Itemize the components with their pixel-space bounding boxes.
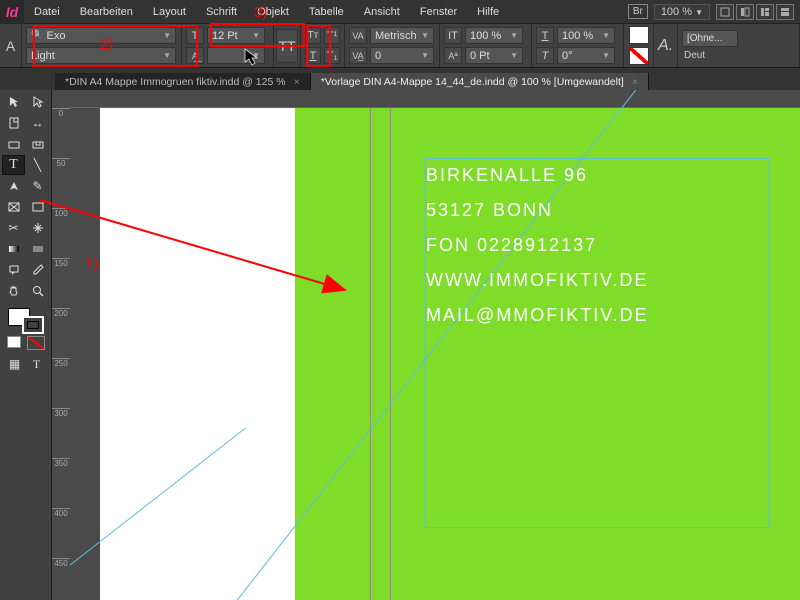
guide-vertical[interactable] [390,108,391,600]
zoom-tool[interactable] [26,281,49,301]
text-line: FON 0228912137 [426,235,769,256]
menu-datei[interactable]: Datei [24,0,70,24]
preview-view-button[interactable]: T [28,356,46,372]
fill-stroke-swatch[interactable] [8,308,44,334]
subscript-button[interactable]: T₁ [324,47,340,64]
menu-schrift[interactable]: Schrift [196,0,247,24]
direct-selection-tool[interactable] [26,92,49,112]
vscale-field[interactable]: 100 %▼ [465,27,523,44]
content-collector-tool[interactable] [2,134,25,154]
text-line: WWW.IMMOFIKTIV.DE [426,270,769,291]
leading-icon: A͟ [186,47,204,64]
menu-tabelle[interactable]: Tabelle [299,0,354,24]
page-tool[interactable] [2,113,25,133]
workspace-switcher[interactable] [716,4,794,20]
annotation-label-1: 1) [85,255,98,272]
font-size-field[interactable]: 12 Pt▼ [207,27,265,44]
text-line: BIRKENALLE 96 [426,165,769,186]
control-bar: A 🔍 Exo▼ Light▼ T 12 Pt▼ A͟ ▼ TT TᴛT¹ TT… [0,24,800,68]
stroke-swatch-none[interactable] [629,47,649,65]
leading-field[interactable]: ▼ [207,47,265,64]
ws-icon-2[interactable] [736,4,754,20]
tracking-icon: VA̲ [349,47,367,64]
note-tool[interactable] [2,260,25,280]
baseline-field[interactable]: 0 Pt▼ [465,47,523,64]
menu-layout[interactable]: Layout [143,0,196,24]
tracking-field[interactable]: 0▼ [370,47,434,64]
scissors-tool[interactable]: ✂ [2,218,25,238]
line-tool[interactable]: ╲ [26,155,49,175]
kerning-field[interactable]: Metrisch▼ [370,27,434,44]
char-style-field[interactable]: [Ohne... [682,30,738,47]
close-icon[interactable]: × [294,76,300,88]
fill-swatch[interactable] [629,26,649,44]
text-line: 53127 BONN [426,200,769,221]
character-mode-icon[interactable]: A [0,24,22,67]
horizontal-ruler [70,90,800,108]
vscale-icon: IT [444,27,462,44]
tab-doc-1[interactable]: *DIN A4 Mappe Immogruen fiktiv.indd @ 12… [55,73,311,91]
document-tabs: *DIN A4 Mappe Immogruen fiktiv.indd @ 12… [0,68,800,90]
apply-none-button[interactable] [27,336,45,350]
menu-hilfe[interactable]: Hilfe [467,0,509,24]
app-icon: Id [0,0,24,24]
pen-tool[interactable] [2,176,25,196]
skew-field[interactable]: 0°▼ [557,47,615,64]
ws-icon-1[interactable] [716,4,734,20]
tab-doc-2[interactable]: *Vorlage DIN A4-Mappe 14_44_de.indd @ 10… [311,73,649,91]
annotation-label-3: 3) [254,4,267,21]
green-background: BIRKENALLE 96 53127 BONN FON 0228912137 … [295,108,800,600]
hscale-field[interactable]: 100 %▼ [557,27,615,44]
gap-tool[interactable]: ↔ [26,113,49,133]
menu-ansicht[interactable]: Ansicht [354,0,410,24]
underline-button[interactable]: T [305,47,321,64]
guide-vertical[interactable] [370,108,371,600]
gradient-swatch-tool[interactable] [2,239,25,259]
close-icon[interactable]: × [632,76,638,88]
transform-tool[interactable] [26,218,49,238]
ws-icon-4[interactable] [776,4,794,20]
ws-icon-3[interactable] [756,4,774,20]
content-placer-tool[interactable] [26,134,49,154]
toolbox: ↔ T╲ ✎ ✂ ▦T [0,90,52,600]
menu-fenster[interactable]: Fenster [410,0,467,24]
menu-bar: Id Datei Bearbeiten Layout Schrift Objek… [0,0,800,24]
kerning-icon: VA [349,27,367,44]
type-tool[interactable]: T [2,155,25,175]
page-left [100,108,295,600]
superscript-button[interactable]: T¹ [324,27,340,44]
allcaps-button[interactable]: TT [276,29,298,63]
text-frame[interactable]: BIRKENALLE 96 53127 BONN FON 0228912137 … [425,158,770,528]
hscale-icon: T [536,27,554,44]
canvas[interactable]: BIRKENALLE 96 53127 BONN FON 0228912137 … [70,90,800,600]
normal-view-button[interactable]: ▦ [6,356,24,372]
skew-icon: T [536,47,554,64]
eyedropper-tool[interactable] [26,260,49,280]
language-label: Deut [682,50,795,61]
apply-color-button[interactable] [7,336,21,348]
menu-bearbeiten[interactable]: Bearbeiten [70,0,143,24]
char-style-icon[interactable]: A. [654,24,678,67]
pencil-tool[interactable]: ✎ [26,176,49,196]
baseline-icon: Aª [444,47,462,64]
rectangle-frame-tool[interactable] [2,197,25,217]
hand-tool[interactable] [2,281,25,301]
zoom-level[interactable]: 100 % ▼ [654,4,710,20]
smallcaps-button[interactable]: Tᴛ [305,27,321,44]
annotation-label-2: 2) [100,36,113,53]
bridge-badge[interactable]: Br [628,4,648,19]
gradient-feather-tool[interactable] [26,239,49,259]
rectangle-tool[interactable] [26,197,49,217]
font-size-icon: T [186,27,204,44]
vertical-ruler: 0 50 100 150 200 250 300 350 400 450 [52,90,70,600]
selection-tool[interactable] [2,92,25,112]
text-line: MAIL@MMOFIKTIV.DE [426,305,769,326]
